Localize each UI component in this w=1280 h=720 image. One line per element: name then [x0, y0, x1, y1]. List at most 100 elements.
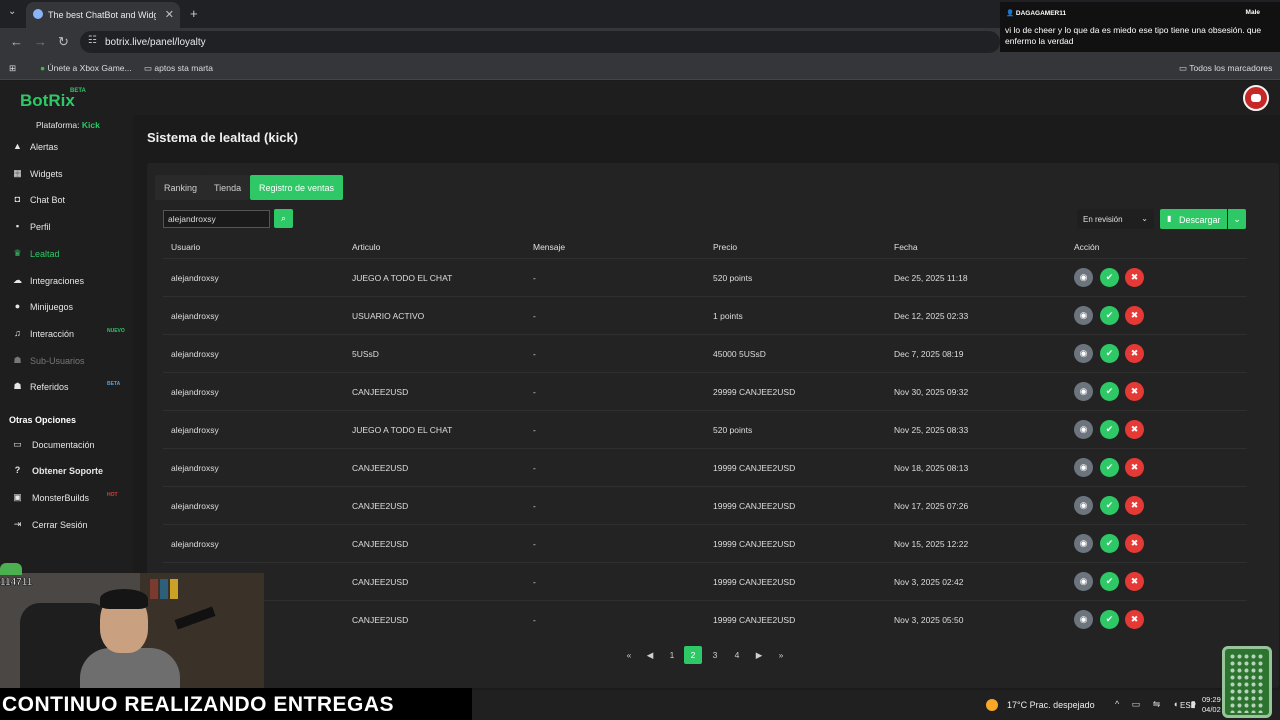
- cam-id-label: 114711: [0, 577, 33, 589]
- site-info-icon[interactable]: ☷: [88, 35, 97, 46]
- sidebar: Plataforma: Kick ▲ Alertas ▦ Widgets ◘ Chat…: [0, 115, 133, 575]
- reject-icon[interactable]: ✖: [1125, 610, 1144, 629]
- sidebar-item-widgets[interactable]: ▦ Widgets: [0, 162, 133, 186]
- reject-icon[interactable]: ✖: [1125, 306, 1144, 325]
- view-icon[interactable]: ◉: [1074, 268, 1093, 287]
- prev-page-icon[interactable]: ◀: [641, 646, 659, 664]
- users-icon: ☗: [13, 355, 22, 365]
- cell-msg: -: [533, 425, 536, 435]
- sidebar-item-integraciones[interactable]: ☁ Integraciones: [0, 269, 133, 293]
- sidebar-item-interaccion[interactable]: ♫ Interacción NUEVO: [0, 322, 133, 346]
- view-icon[interactable]: ◉: [1074, 344, 1093, 363]
- tab-search-icon[interactable]: ⌄: [8, 6, 16, 17]
- table-row: alejandroxsy CANJEE2USD - 19999 CANJEE2USD N…: [163, 486, 1247, 524]
- chat-username: 👤 DAGAGAMER11: [1006, 10, 1067, 17]
- tab-ranking[interactable]: Ranking: [155, 175, 207, 200]
- weather-text[interactable]: 17°C Prac. despejado: [1007, 700, 1095, 710]
- approve-icon[interactable]: ✔: [1100, 572, 1119, 591]
- sidebar-item-label: Minijuegos: [30, 302, 74, 312]
- table-row: alejandroxsy CANJEE2USD - 19999 CANJEE2USD N…: [163, 448, 1247, 486]
- reject-icon[interactable]: ✖: [1125, 268, 1144, 287]
- forward-icon[interactable]: →: [34, 34, 47, 49]
- back-icon[interactable]: ←: [10, 34, 23, 49]
- avatar[interactable]: [1243, 85, 1269, 111]
- sidebar-item-referidos[interactable]: ☗ Referidos BETA: [0, 375, 133, 399]
- new-tab-icon[interactable]: +: [190, 6, 198, 21]
- sidebar-item-monsterbuilds[interactable]: ▣ MonsterBuilds HOT: [0, 486, 133, 510]
- browser-tab[interactable]: The best ChatBot and Widgets ✕: [26, 2, 180, 28]
- approve-icon[interactable]: ✔: [1100, 306, 1119, 325]
- reject-icon[interactable]: ✖: [1125, 382, 1144, 401]
- column-header-articulo[interactable]: Articulo: [352, 242, 380, 252]
- approve-icon[interactable]: ✔: [1100, 420, 1119, 439]
- apps-icon[interactable]: ⊞: [9, 63, 16, 74]
- all-bookmarks[interactable]: ▭ Todos los marcadores: [1179, 63, 1272, 74]
- omnibox[interactable]: ☷ botrix.live/panel/loyalty: [80, 31, 1000, 53]
- bookmark-xbox[interactable]: ● Únete a Xbox Game...: [40, 63, 132, 73]
- sidebar-item-label: Interacción: [30, 329, 75, 339]
- reject-icon[interactable]: ✖: [1125, 420, 1144, 439]
- last-page-icon[interactable]: »: [772, 646, 790, 664]
- cell-msg: -: [533, 463, 536, 473]
- column-header-usuario[interactable]: Usuario: [171, 242, 200, 252]
- bookmark-folder-aptos[interactable]: ▭ aptos sta marta: [144, 63, 213, 74]
- view-icon[interactable]: ◉: [1074, 534, 1093, 553]
- approve-icon[interactable]: ✔: [1100, 268, 1119, 287]
- close-tab-icon[interactable]: ✕: [165, 8, 174, 21]
- reject-icon[interactable]: ✖: [1125, 458, 1144, 477]
- sidebar-item-perfil[interactable]: ▪ Perfil: [0, 215, 133, 239]
- reject-icon[interactable]: ✖: [1125, 344, 1144, 363]
- view-icon[interactable]: ◉: [1074, 420, 1093, 439]
- cam-book: [160, 579, 168, 599]
- page-2[interactable]: 2: [684, 646, 702, 664]
- sidebar-item-soporte[interactable]: ? Obtener Soporte: [0, 459, 133, 483]
- view-icon[interactable]: ◉: [1074, 496, 1093, 515]
- reject-icon[interactable]: ✖: [1125, 496, 1144, 515]
- sidebar-item-cerrar-sesion[interactable]: ⇥ Cerrar Sesión: [0, 513, 133, 537]
- column-header-precio[interactable]: Precio: [713, 242, 737, 252]
- new-badge: NUEVO: [107, 328, 125, 334]
- sidebar-item-subusuarios[interactable]: ☗ Sub-Usuarios: [0, 349, 133, 373]
- download-dropdown-toggle[interactable]: ⌄: [1228, 209, 1246, 229]
- approve-icon[interactable]: ✔: [1100, 610, 1119, 629]
- sidebar-item-label: Alertas: [30, 142, 59, 152]
- page-3[interactable]: 3: [706, 646, 724, 664]
- view-icon[interactable]: ◉: [1074, 610, 1093, 629]
- reject-icon[interactable]: ✖: [1125, 572, 1144, 591]
- tab-registro-ventas[interactable]: Registro de ventas: [250, 175, 344, 200]
- page-1[interactable]: 1: [663, 646, 681, 664]
- sidebar-item-documentacion[interactable]: ▭ Documentación: [0, 433, 133, 457]
- column-header-fecha[interactable]: Fecha: [894, 242, 918, 252]
- view-icon[interactable]: ◉: [1074, 572, 1093, 591]
- approve-icon[interactable]: ✔: [1100, 382, 1119, 401]
- reload-icon[interactable]: ↻: [58, 34, 69, 50]
- status-filter-select[interactable]: En revisión ⌄: [1077, 209, 1154, 229]
- tab-tienda[interactable]: Tienda: [205, 175, 251, 200]
- search-input[interactable]: [163, 210, 270, 228]
- first-page-icon[interactable]: «: [620, 646, 638, 664]
- reject-icon[interactable]: ✖: [1125, 534, 1144, 553]
- view-icon[interactable]: ◉: [1074, 458, 1093, 477]
- view-icon[interactable]: ◉: [1074, 382, 1093, 401]
- approve-icon[interactable]: ✔: [1100, 458, 1119, 477]
- sidebar-item-alertas[interactable]: ▲ Alertas: [0, 135, 133, 159]
- cloud-icon: ☁: [13, 275, 22, 285]
- approve-icon[interactable]: ✔: [1100, 344, 1119, 363]
- next-page-icon[interactable]: ▶: [750, 646, 768, 664]
- language-indicator[interactable]: ESP: [1180, 701, 1196, 710]
- search-button[interactable]: ⌕: [274, 209, 293, 228]
- page-4[interactable]: 4: [728, 646, 746, 664]
- view-icon[interactable]: ◉: [1074, 306, 1093, 325]
- column-header-mensaje[interactable]: Mensaje: [533, 242, 565, 252]
- sidebar-item-chatbot[interactable]: ◘ Chat Bot: [0, 188, 133, 212]
- approve-icon[interactable]: ✔: [1100, 496, 1119, 515]
- sidebar-item-minijuegos[interactable]: ● Minijuegos: [0, 295, 133, 319]
- sidebar-item-label: Referidos: [30, 382, 69, 392]
- app-logo[interactable]: BotRix: [20, 91, 75, 111]
- approve-icon[interactable]: ✔: [1100, 534, 1119, 553]
- platform-label: Plataforma:: [36, 120, 80, 130]
- clock[interactable]: 09:29 04/02: [1202, 695, 1221, 715]
- grid-icon: ▦: [13, 168, 22, 178]
- download-button[interactable]: ▮ Descargar: [1160, 209, 1227, 229]
- sidebar-item-lealtad[interactable]: ♛ Lealtad: [0, 242, 133, 266]
